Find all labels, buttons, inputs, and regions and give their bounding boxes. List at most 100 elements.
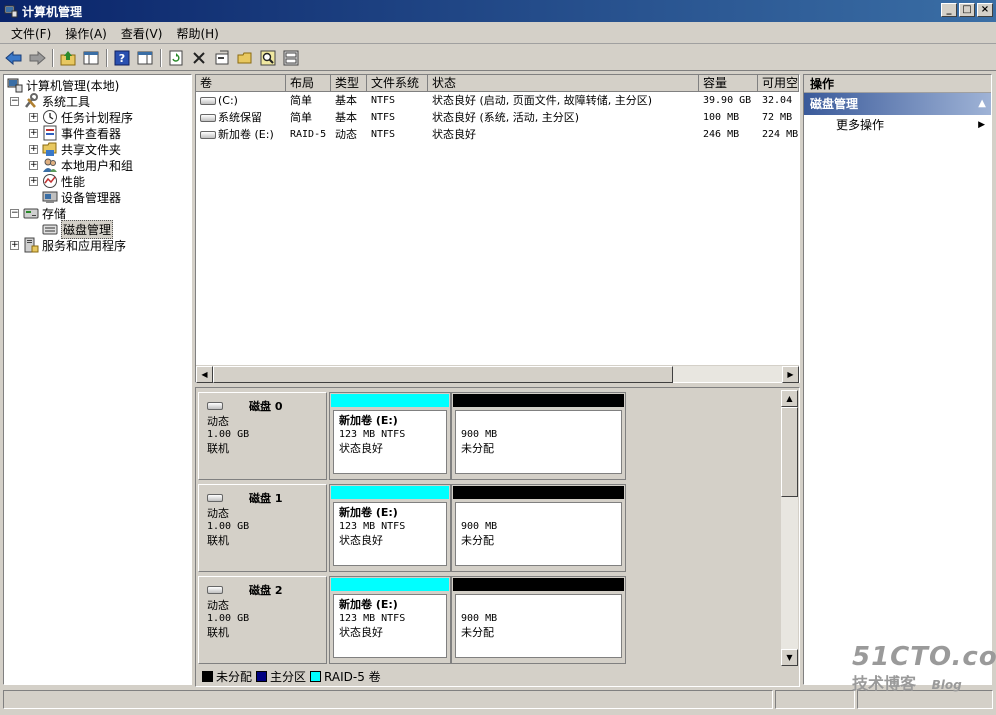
- tree-label-shared-folders: 共享文件夹: [61, 142, 122, 157]
- back-icon[interactable]: [3, 47, 25, 69]
- forward-icon[interactable]: [26, 47, 48, 69]
- more-actions-item[interactable]: 更多操作 ▶: [804, 115, 991, 135]
- computer-icon: [7, 78, 23, 93]
- horizontal-scrollbar[interactable]: ◀ ▶: [196, 365, 799, 383]
- title-bar: 计算机管理 _ □ ×: [0, 0, 996, 22]
- volume-capacity: 246 MB: [703, 128, 740, 140]
- tree-item-disk-management[interactable]: 磁盘管理: [4, 219, 191, 239]
- tree-item-task-scheduler[interactable]: + 任务计划程序: [4, 109, 191, 125]
- partition-status: 未分配: [461, 534, 494, 547]
- volume-fs: NTFS: [371, 111, 396, 123]
- disk-row[interactable]: 磁盘 0 动态 1.00 GB 联机 新加卷 (E:) 123 MB NTFS …: [198, 392, 776, 480]
- help-icon[interactable]: ?: [111, 47, 133, 69]
- volume-row[interactable]: 系统保留 简单 基本 NTFS 状态良好 (系统, 活动, 主分区) 100 M…: [196, 109, 799, 126]
- col-volume[interactable]: 卷: [196, 75, 286, 92]
- scroll-down-icon[interactable]: ▼: [781, 649, 798, 666]
- unallocated-bar: [453, 578, 624, 591]
- partition-unallocated[interactable]: 900 MB 未分配: [451, 392, 626, 480]
- refresh-icon[interactable]: [165, 47, 187, 69]
- col-free[interactable]: 可用空: [758, 75, 799, 92]
- tree-item-event-viewer[interactable]: + 事件查看器: [4, 125, 191, 141]
- volume-row[interactable]: (C:) 简单 基本 NTFS 状态良好 (启动, 页面文件, 故障转储, 主分…: [196, 92, 799, 109]
- volume-free: 224 MB: [762, 128, 799, 140]
- maximize-button[interactable]: □: [959, 3, 975, 17]
- disk-icon: [207, 402, 223, 410]
- partition-info: 123 MB NTFS: [339, 521, 406, 532]
- legend-swatch-raid5: [310, 671, 322, 682]
- partition-raid5[interactable]: 新加卷 (E:) 123 MB NTFS 状态良好: [329, 392, 451, 480]
- up-icon[interactable]: [57, 47, 79, 69]
- col-type[interactable]: 类型: [331, 75, 367, 92]
- collapse-icon[interactable]: −: [10, 96, 19, 106]
- tree-item-local-users[interactable]: + 本地用户和组: [4, 157, 191, 173]
- collapse-up-icon[interactable]: ▲: [978, 93, 986, 115]
- performance-icon: [43, 174, 57, 188]
- partition-name: 新加卷 (E:): [339, 598, 398, 611]
- volume-row[interactable]: 新加卷 (E:) RAID-5 动态 NTFS 状态良好 246 MB 224 …: [196, 126, 799, 143]
- disk-row[interactable]: 磁盘 1 动态 1.00 GB 联机 新加卷 (E:) 123 MB NTFS …: [198, 484, 776, 572]
- svg-text:?: ?: [119, 52, 125, 65]
- menu-help[interactable]: 帮助(H): [169, 25, 225, 42]
- scrollbar-thumb[interactable]: [781, 407, 798, 497]
- properties2-icon[interactable]: [211, 47, 233, 69]
- scroll-up-icon[interactable]: ▲: [781, 390, 798, 407]
- expand-icon[interactable]: +: [29, 160, 38, 170]
- volume-capacity: 100 MB: [703, 111, 740, 123]
- open-icon[interactable]: [234, 47, 256, 69]
- show-tree-icon[interactable]: [80, 47, 102, 69]
- menu-file[interactable]: 文件(F): [4, 25, 58, 42]
- disk-state: 联机: [207, 442, 229, 455]
- tools-icon: [25, 93, 38, 108]
- tree-label-performance: 性能: [61, 174, 86, 189]
- vertical-scrollbar[interactable]: ▲ ▼: [781, 390, 798, 666]
- tree-item-performance[interactable]: + 性能: [4, 173, 191, 189]
- disk-info[interactable]: 磁盘 1 动态 1.00 GB 联机: [198, 484, 327, 572]
- disk-props-icon[interactable]: [280, 47, 302, 69]
- disk-info[interactable]: 磁盘 0 动态 1.00 GB 联机: [198, 392, 327, 480]
- tree-item-root[interactable]: 计算机管理(本地): [4, 77, 191, 93]
- tree-item-system-tools[interactable]: − 系统工具: [4, 93, 191, 109]
- scrollbar-thumb[interactable]: [213, 366, 673, 383]
- col-filesystem[interactable]: 文件系统: [367, 75, 428, 92]
- col-layout[interactable]: 布局: [286, 75, 331, 92]
- menu-action[interactable]: 操作(A): [58, 25, 114, 42]
- submenu-arrow-icon: ▶: [978, 120, 985, 130]
- collapse-icon[interactable]: −: [10, 208, 19, 218]
- expand-icon[interactable]: +: [10, 240, 19, 250]
- properties-icon[interactable]: [134, 47, 156, 69]
- expand-icon[interactable]: +: [29, 144, 38, 154]
- disk-size: 1.00 GB: [207, 429, 250, 440]
- partition-unallocated[interactable]: 900 MB 未分配: [451, 576, 626, 664]
- partition-raid5[interactable]: 新加卷 (E:) 123 MB NTFS 状态良好: [329, 484, 451, 572]
- disk-info[interactable]: 磁盘 2 动态 1.00 GB 联机: [198, 576, 327, 664]
- partition-unallocated[interactable]: 900 MB 未分配: [451, 484, 626, 572]
- partition-info: 900 MB: [461, 613, 498, 624]
- watermark-logo: 51CTO.com 技术博客 Blog: [852, 642, 996, 694]
- unallocated-bar: [453, 394, 624, 407]
- close-button[interactable]: ×: [977, 3, 993, 17]
- volume-status: 状态良好 (启动, 页面文件, 故障转储, 主分区): [432, 93, 653, 107]
- delete-icon[interactable]: [188, 47, 210, 69]
- tree-item-shared-folders[interactable]: + 共享文件夹: [4, 141, 191, 157]
- volume-name: (C:): [218, 93, 238, 107]
- tree-label-root: 计算机管理(本地): [26, 78, 120, 93]
- expand-icon[interactable]: +: [29, 176, 38, 186]
- tree-item-device-manager[interactable]: 设备管理器: [4, 189, 191, 205]
- expand-icon[interactable]: +: [29, 128, 38, 138]
- tree-label-task-scheduler: 任务计划程序: [61, 110, 134, 125]
- menu-view[interactable]: 查看(V): [114, 25, 170, 42]
- tree-item-services-apps[interactable]: + 服务和应用程序: [4, 237, 191, 253]
- expand-icon[interactable]: +: [29, 112, 38, 122]
- disk-row[interactable]: 磁盘 2 动态 1.00 GB 联机 新加卷 (E:) 123 MB NTFS …: [198, 576, 776, 664]
- raid5-bar: [331, 578, 449, 591]
- tree-label-system-tools: 系统工具: [42, 94, 91, 109]
- scroll-right-icon[interactable]: ▶: [782, 366, 799, 383]
- col-capacity[interactable]: 容量: [699, 75, 758, 92]
- watermark-line1: 51CTO.com: [852, 642, 996, 672]
- col-status[interactable]: 状态: [428, 75, 699, 92]
- actions-section-disk-management[interactable]: 磁盘管理 ▲: [804, 93, 991, 115]
- partition-raid5[interactable]: 新加卷 (E:) 123 MB NTFS 状态良好: [329, 576, 451, 664]
- search-icon[interactable]: [257, 47, 279, 69]
- minimize-button[interactable]: _: [941, 3, 957, 17]
- scroll-left-icon[interactable]: ◀: [196, 366, 213, 383]
